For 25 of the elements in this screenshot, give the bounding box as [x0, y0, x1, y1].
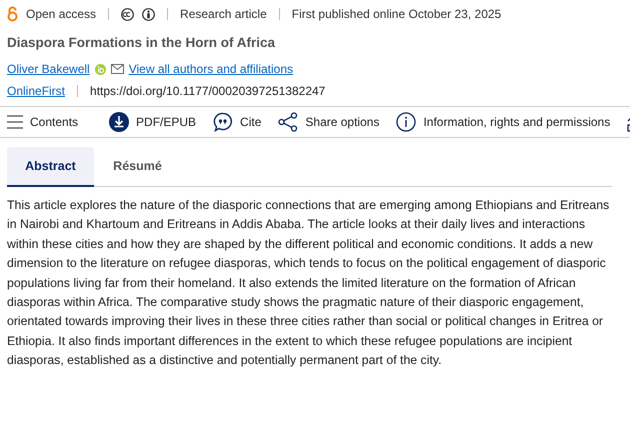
download-icon	[109, 112, 130, 132]
tab[interactable]: Abstract	[7, 147, 94, 187]
access-label: Open access	[26, 7, 96, 21]
open-lock-icon	[7, 6, 18, 22]
info-button[interactable]: Information, rights and permissions	[396, 112, 610, 132]
creative-commons-icon	[121, 8, 134, 20]
tab[interactable]: Résumé	[94, 147, 181, 187]
menu-icon	[7, 115, 23, 129]
contents-button[interactable]: Contents	[7, 115, 78, 129]
envelope-icon[interactable]	[110, 64, 124, 74]
abstract-text: This article explores the nature of the diasporic connections that are emerging among Ethiopians and Eritreans in Nairobi and Khartoum and Eritreans in Addis Ababa. The article looks at their daily lives and interactions within these cities and how they are shaped by the different political and economic conditions. It adds a new dimension to the literature on refugee diasporas, which tends to focus on the political engagement of diasporic populations living far from their homeland. It also extends the limited literature on the formation of African diasporas within Africa. The comparative study shows the pragmatic nature of their diasporic engagement, orientated towards improving their lives in these three cities rather than social or political changes in Eritrea or Ethiopia. It also finds important differences in the extent to which these refugee populations are incipient diasporas, established as a distinctive and potentially permanent part of the city.	[7, 197, 610, 370]
attribution-icon	[142, 8, 156, 20]
publication-date: First published online October 23, 2025	[292, 7, 502, 21]
author-link[interactable]: Oliver Bakewell	[7, 62, 90, 76]
download-button[interactable]: PDF/EPUB	[109, 112, 196, 132]
cite-button[interactable]: Cite	[213, 112, 262, 132]
quote-bubble-icon	[213, 112, 234, 132]
info-icon	[396, 112, 416, 132]
article-title: Diaspora Formations in the Horn of Africa	[7, 35, 276, 50]
share-icon	[278, 112, 298, 132]
share-button[interactable]: Share options	[278, 112, 380, 132]
authors-affiliations-link[interactable]: View all authors and affiliations	[128, 62, 294, 76]
online-first-link[interactable]: OnlineFirst	[7, 84, 66, 98]
article-type: Research article	[180, 7, 267, 21]
doi-text: https://doi.org/10.1177/00020397251382247	[90, 84, 326, 98]
